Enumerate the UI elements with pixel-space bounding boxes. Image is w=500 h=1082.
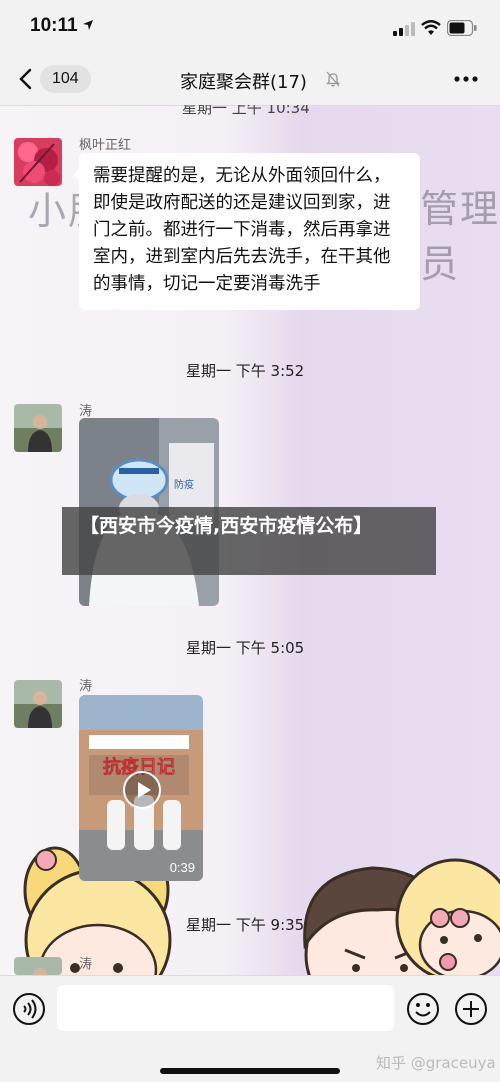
avatar-maple[interactable] bbox=[14, 138, 62, 186]
message-input-bar: 知乎 @graceuya bbox=[0, 975, 500, 1082]
text-message-bubble[interactable]: 需要提醒的是，无论从外面领回什么，即使是政府配送的还是建议回到家，进门之前。都进… bbox=[73, 153, 420, 310]
back-chevron-icon[interactable] bbox=[18, 68, 32, 90]
sign-text: 防疫 bbox=[174, 478, 194, 491]
time-divider: 星期一 下午 9:35 bbox=[186, 916, 305, 934]
more-options-icon[interactable] bbox=[454, 76, 478, 82]
video-duration: 0:39 bbox=[169, 860, 195, 875]
time-divider: 星期一 下午 3:52 bbox=[186, 362, 305, 380]
home-indicator[interactable] bbox=[160, 1068, 340, 1074]
mute-bell-icon bbox=[326, 71, 340, 87]
status-time: 10:11 bbox=[30, 15, 78, 36]
voice-input-icon[interactable] bbox=[12, 992, 46, 1026]
sender-name: 涛 bbox=[79, 957, 93, 972]
time-divider: 星期一 下午 5:05 bbox=[186, 639, 305, 657]
sender-name: 枫叶正红 bbox=[79, 138, 132, 153]
sender-name: 涛 bbox=[79, 404, 93, 419]
battery-icon bbox=[447, 20, 477, 36]
cellular-signal-icon bbox=[393, 22, 415, 36]
cartoon-characters-illustration bbox=[23, 846, 500, 980]
unread-count-badge[interactable]: 104 bbox=[40, 65, 91, 93]
status-bar: 10:11 bbox=[0, 0, 500, 50]
emoji-icon[interactable] bbox=[406, 992, 440, 1026]
chat-header: 104 家庭聚会群(17) bbox=[0, 50, 500, 106]
message-text-field[interactable] bbox=[57, 985, 394, 1031]
avatar-tao[interactable] bbox=[14, 680, 62, 728]
play-icon[interactable] bbox=[122, 770, 162, 810]
chat-title: 家庭聚会群(17) bbox=[180, 72, 307, 93]
location-arrow-icon bbox=[83, 20, 93, 30]
watermark: 知乎 @graceuya bbox=[376, 1054, 496, 1072]
wallpaper-text-right: 管理员 bbox=[420, 187, 500, 286]
plus-attach-icon[interactable] bbox=[454, 992, 488, 1026]
article-caption-overlay: 【西安市今疫情,西安市疫情公布】 bbox=[62, 507, 436, 575]
avatar-tao[interactable] bbox=[14, 404, 62, 452]
avatar-tao[interactable] bbox=[14, 957, 62, 975]
wifi-icon bbox=[421, 20, 441, 35]
video-message[interactable]: 抗疫日记 0:39 bbox=[79, 695, 203, 881]
sender-name: 涛 bbox=[79, 679, 93, 694]
